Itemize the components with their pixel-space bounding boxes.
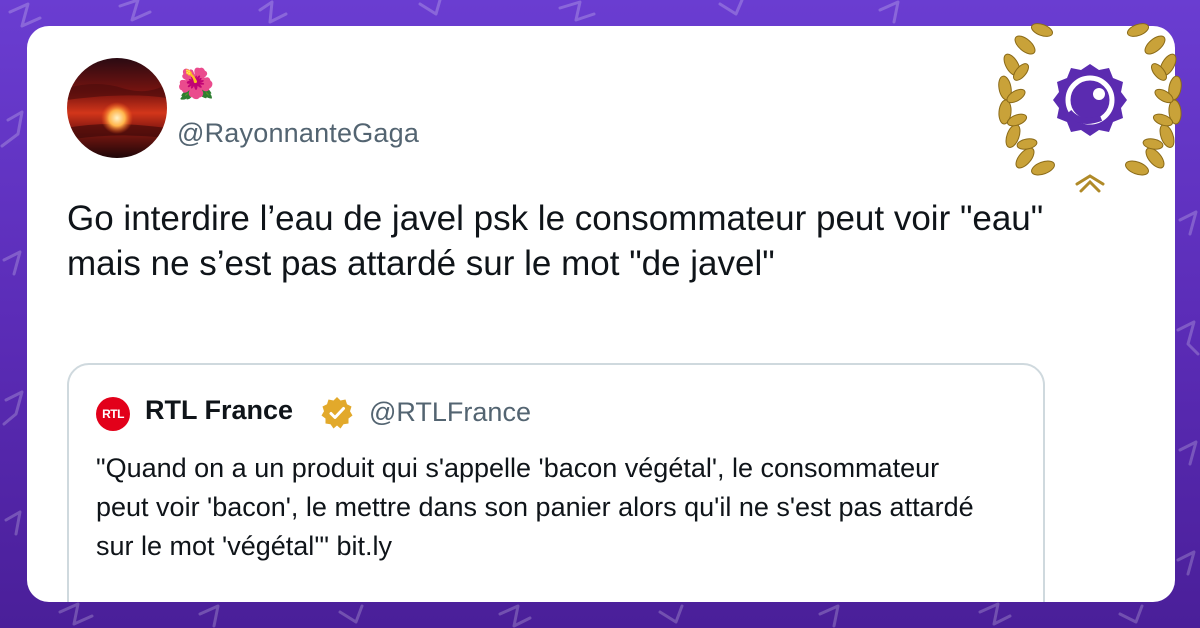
verified-badge-icon [319, 395, 355, 431]
quoted-author-name[interactable]: RTL France [145, 395, 293, 426]
quoted-tweet[interactable]: RTL RTL France @RTLFrance "Quand on a un… [67, 363, 1045, 602]
sunset-avatar-image [67, 58, 167, 158]
rtl-logo: RTL [96, 397, 130, 431]
quoted-author-handle[interactable]: @RTLFrance [369, 397, 531, 428]
author-handle[interactable]: @RayonnanteGaga [177, 118, 419, 149]
tweet-text: Go interdire l’eau de javel psk le conso… [67, 199, 1044, 283]
laurel-award-icon [985, 8, 1195, 198]
avatar[interactable] [67, 58, 167, 158]
author-name[interactable]: 🌺 [177, 68, 214, 102]
quoted-tweet-text: "Quand on a un produit qui s'appelle 'ba… [96, 453, 974, 561]
